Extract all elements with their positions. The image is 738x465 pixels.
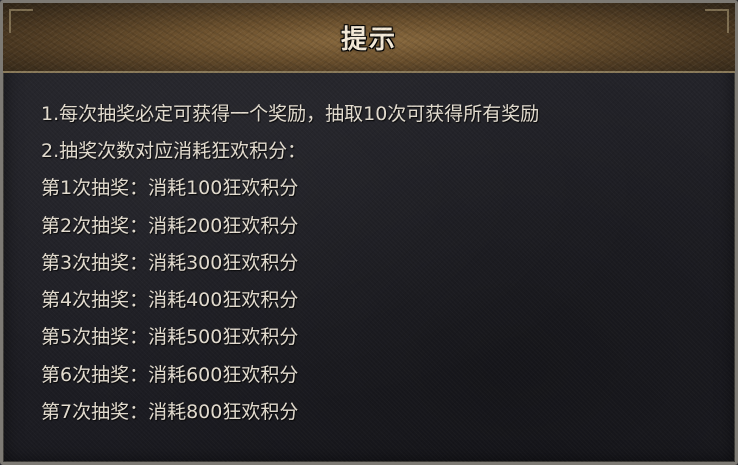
cost-line: 第2次抽奖：消耗200狂欢积分	[41, 214, 299, 237]
cost-line: 第6次抽奖：消耗600狂欢积分	[41, 363, 299, 386]
rules-text: 1.每次抽奖必定可获得一个奖励，抽取10次可获得所有奖励 2.抽奖次数对应消耗狂…	[41, 95, 705, 431]
dialog-title-bar: 提示	[3, 3, 735, 73]
tips-dialog: 提示 1.每次抽奖必定可获得一个奖励，抽取10次可获得所有奖励 2.抽奖次数对应…	[0, 0, 738, 465]
cost-line: 第7次抽奖：消耗800狂欢积分	[41, 401, 299, 424]
dialog-title: 提示	[340, 25, 397, 55]
rule-line: 1.每次抽奖必定可获得一个奖励，抽取10次可获得所有奖励	[41, 103, 540, 125]
rule-line: 2.抽奖次数对应消耗狂欢积分：	[41, 140, 307, 162]
cost-line: 第4次抽奖：消耗400狂欢积分	[41, 289, 299, 312]
cost-line: 第3次抽奖：消耗300狂欢积分	[41, 251, 299, 274]
cost-line: 第1次抽奖：消耗100狂欢积分	[41, 177, 299, 200]
cost-line: 第5次抽奖：消耗500狂欢积分	[41, 326, 299, 349]
